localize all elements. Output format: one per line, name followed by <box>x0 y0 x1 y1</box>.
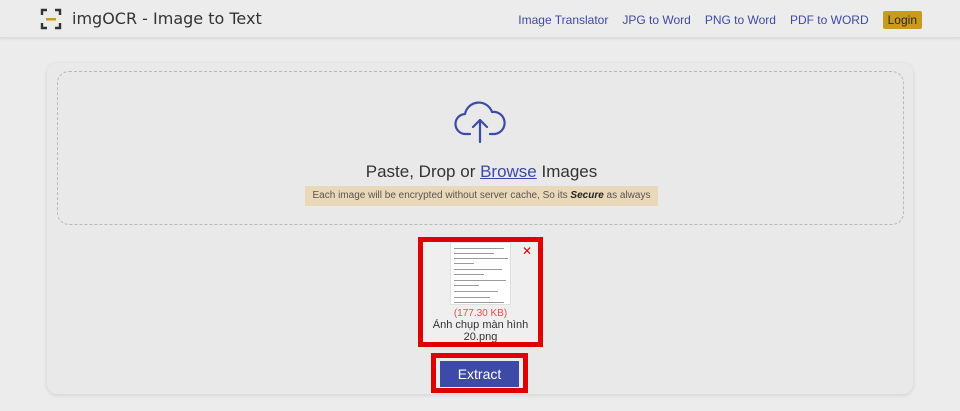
login-button[interactable]: Login <box>882 11 922 29</box>
nav-image-translator[interactable]: Image Translator <box>518 13 608 27</box>
browse-link[interactable]: Browse <box>480 162 537 181</box>
main-nav: Image Translator JPG to Word PNG to Word… <box>518 11 922 29</box>
drop-prompt-lead: Paste, Drop or <box>365 162 481 181</box>
extract-button[interactable]: Extract <box>440 361 519 387</box>
notice-lead: Each image will be encrypted without ser… <box>312 190 571 201</box>
drop-prompt: Paste, Drop or Browse Images <box>58 162 905 182</box>
file-preview: ✕ (177.30 KB) Ảnh chụp màn hình 20.png <box>418 237 543 347</box>
file-thumbnail <box>450 242 511 305</box>
brand-title[interactable]: imgOCR - Image to Text <box>72 9 262 28</box>
notice-secure: Secure <box>570 190 604 201</box>
nav-png-to-word[interactable]: PNG to Word <box>705 13 776 27</box>
drop-prompt-tail: Images <box>536 162 598 181</box>
file-name: Ảnh chụp màn hình 20.png <box>432 319 529 342</box>
scan-frame-icon[interactable] <box>40 8 62 30</box>
notice-tail: as always <box>603 190 651 201</box>
file-size: (177.30 KB) <box>453 308 508 319</box>
cloud-upload-icon <box>454 101 506 144</box>
nav-jpg-to-word[interactable]: JPG to Word <box>622 13 690 27</box>
nav-pdf-to-word[interactable]: PDF to WORD <box>790 13 869 27</box>
top-navbar: imgOCR - Image to Text Image Translator … <box>0 0 960 38</box>
security-notice: Each image will be encrypted without ser… <box>305 186 658 206</box>
drop-zone[interactable]: Paste, Drop or Browse Images Each image … <box>57 71 904 225</box>
close-icon[interactable]: ✕ <box>522 244 532 258</box>
extract-highlight: Extract <box>431 353 528 393</box>
